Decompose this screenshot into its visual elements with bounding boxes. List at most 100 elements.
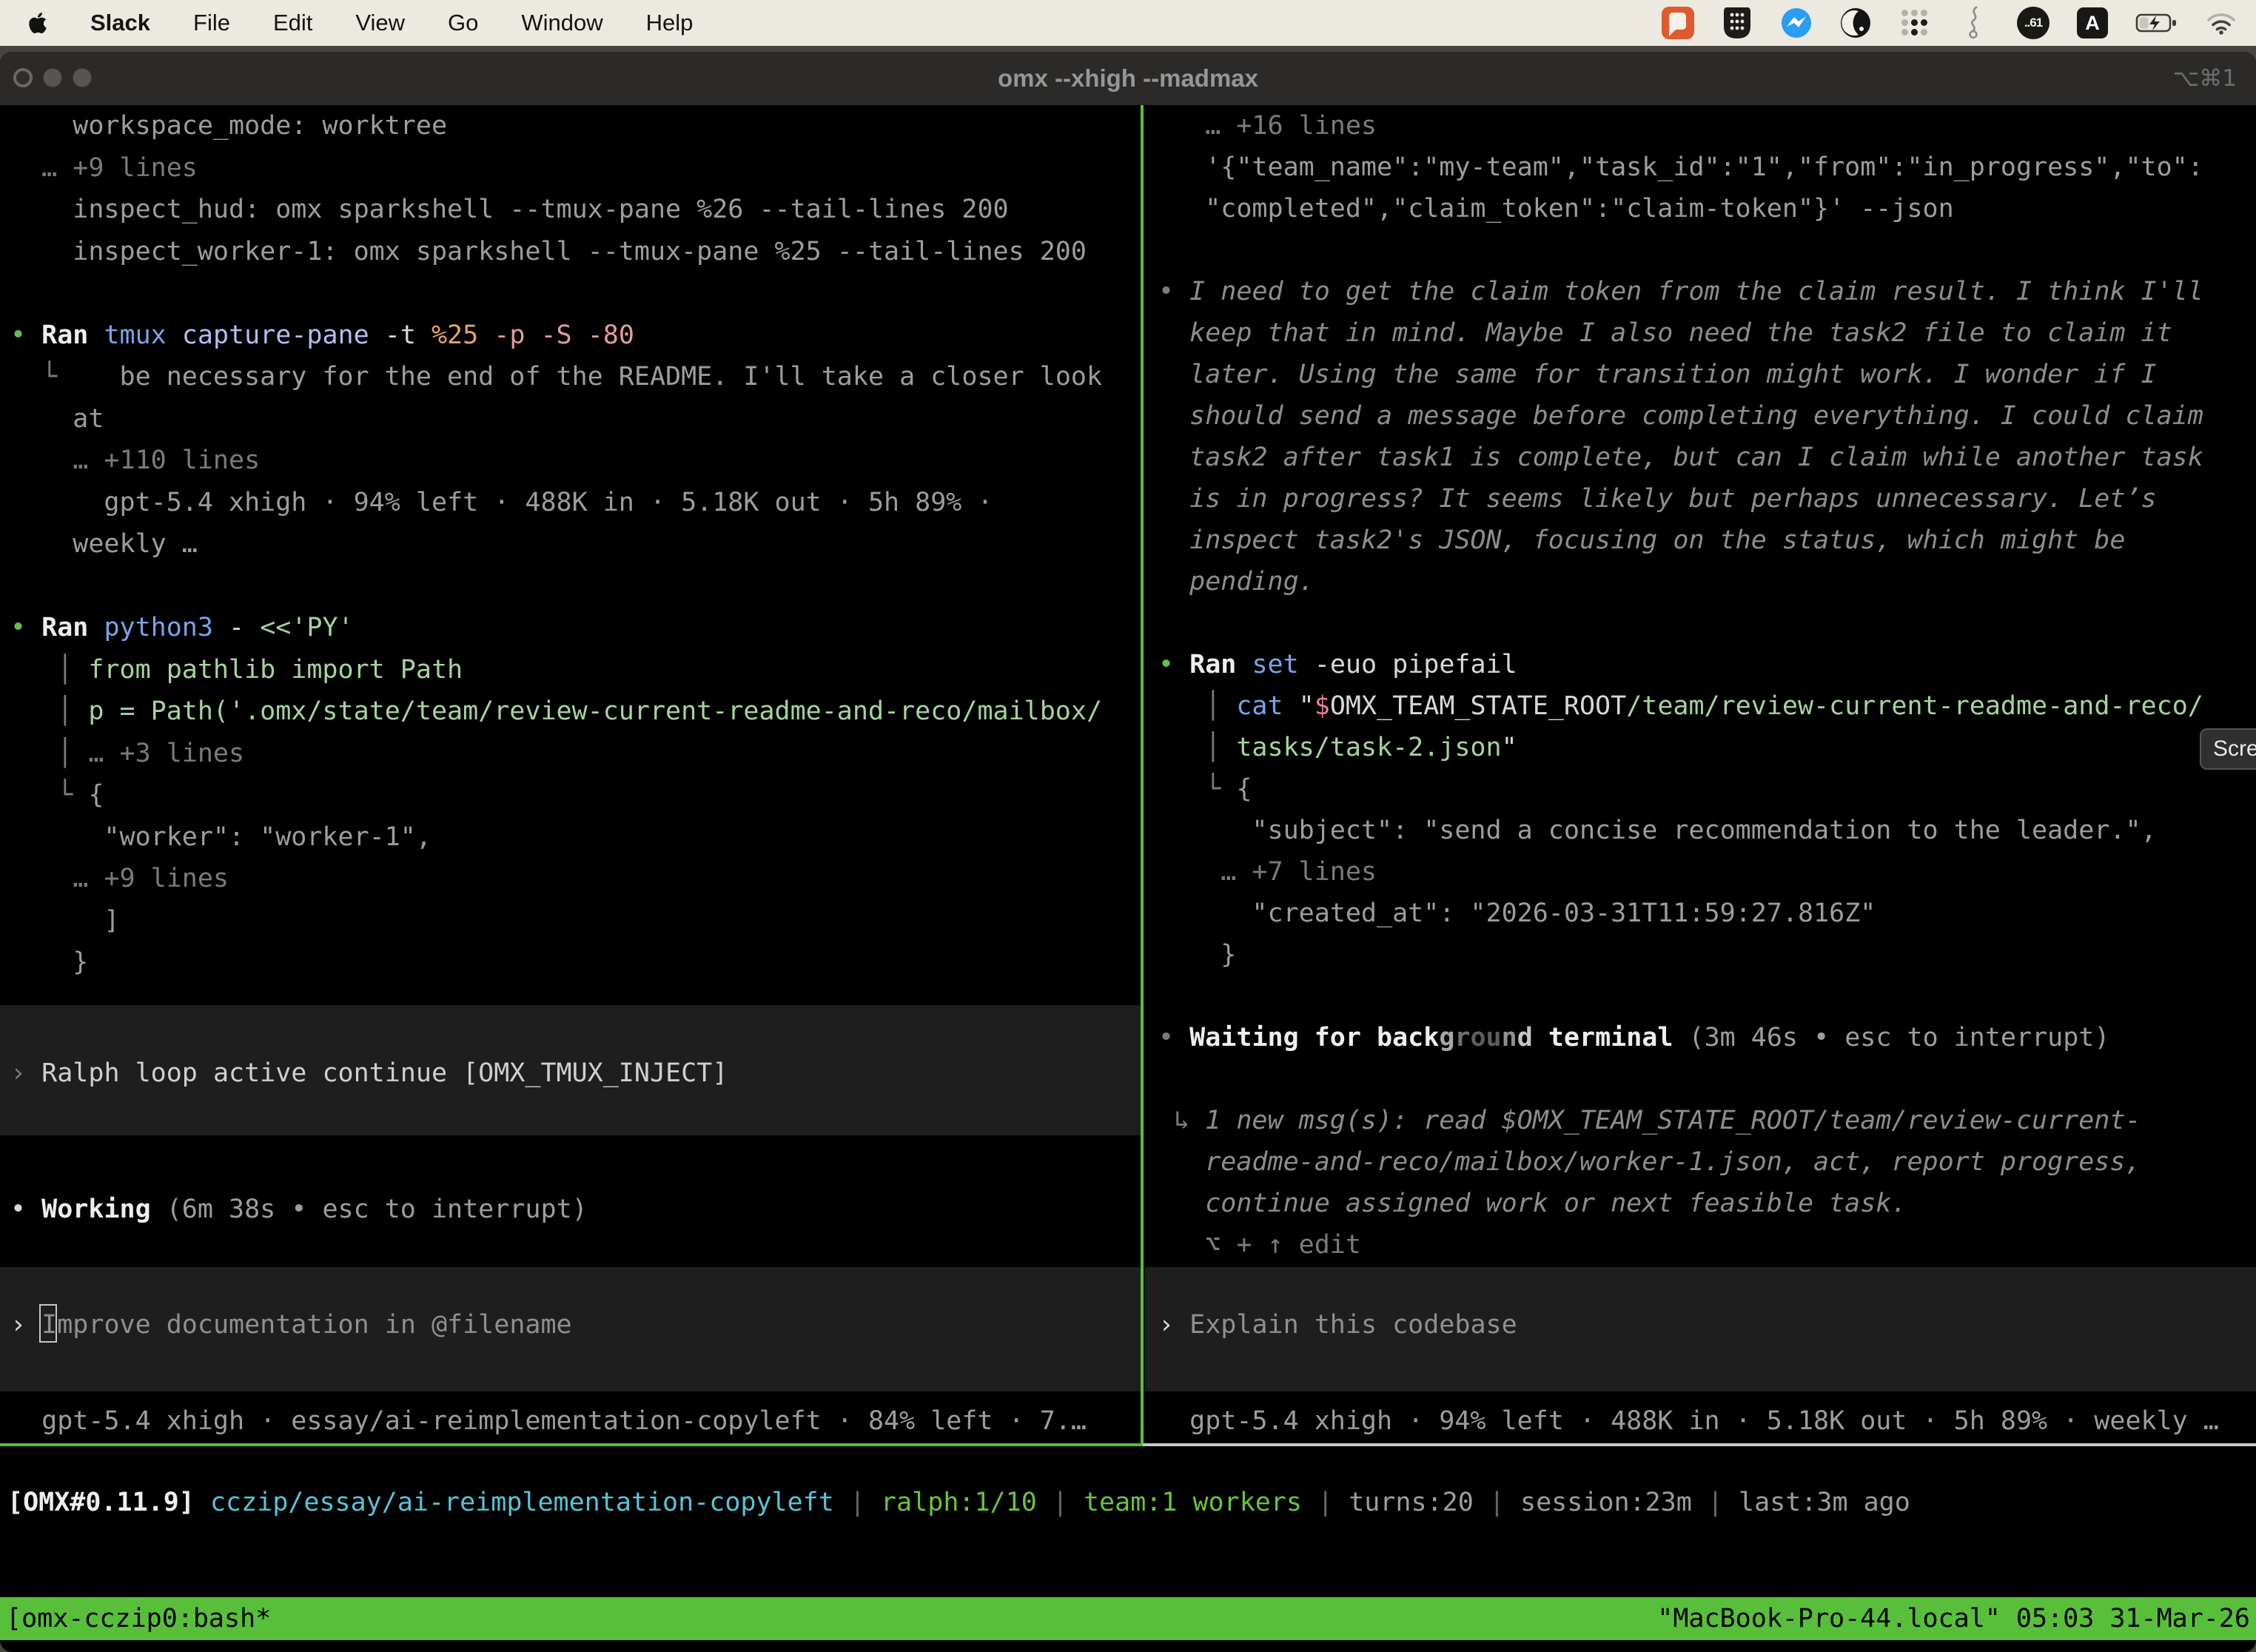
- terminal-line: • Waiting for background terminal (3m 46…: [1158, 1017, 2256, 1058]
- terminal-line: [1158, 1058, 2256, 1100]
- inactive-pane-border: [1143, 1443, 2256, 1446]
- screen-tooltip: Scre: [2200, 728, 2256, 770]
- prompt-input-right[interactable]: › Explain this codebase: [1145, 1267, 2256, 1391]
- terminal-line: inspect_worker-1: omx sparkshell --tmux-…: [10, 231, 1141, 273]
- apple-menu-icon[interactable]: [28, 11, 47, 35]
- terminal-line: [10, 272, 1141, 315]
- terminal-line: └ {: [1158, 768, 2256, 810]
- squiggle-icon[interactable]: [1957, 5, 1991, 41]
- circle-61-badge: ..61: [2017, 7, 2049, 39]
- terminal-line: inspect task2's JSON, focusing on the st…: [1158, 520, 2256, 561]
- terminal-line: readme-and-reco/mailbox/worker-1.json, a…: [1158, 1141, 2256, 1183]
- terminal-line: should send a message before completing …: [1158, 395, 2256, 437]
- tmux-session-name[interactable]: [omx-cczip0:bash*: [6, 1597, 271, 1640]
- a-app-icon[interactable]: A: [2075, 5, 2109, 41]
- moon-app-icon[interactable]: [1839, 5, 1873, 41]
- messenger-icon[interactable]: [1779, 5, 1813, 41]
- tmux-host-and-time: "MacBook-Pro-44.local" 05:03 31-Mar-26: [1657, 1597, 2250, 1640]
- terminal-line: … +9 lines: [10, 858, 1141, 900]
- menu-help[interactable]: Help: [646, 10, 694, 36]
- terminal-line: }: [10, 941, 1141, 984]
- terminal-line: at: [10, 398, 1141, 440]
- terminal-line: is in progress? It seems likely but perh…: [1158, 478, 2256, 520]
- battery-icon[interactable]: [2135, 5, 2179, 41]
- terminal-line: │ cat "$OMX_TEAM_STATE_ROOT/team/review-…: [1158, 685, 2256, 727]
- terminal-line: later. Using the same for transition mig…: [1158, 354, 2256, 395]
- model-status-right: gpt-5.4 xhigh · 94% left · 488K in · 5.1…: [1145, 1399, 2256, 1443]
- terminal-line: └ {: [10, 774, 1141, 816]
- prompt-input-left[interactable]: › Improve documentation in @filename: [0, 1267, 1141, 1391]
- terminal-line: │ … +3 lines: [10, 733, 1141, 775]
- terminal-window: omx --xhigh --madmax ⌥⌘1 workspace_mode:…: [0, 52, 2256, 1652]
- window-title: omx --xhigh --madmax: [0, 52, 2256, 105]
- window-shortcut-hint: ⌥⌘1: [2173, 52, 2237, 105]
- terminal-line: ]: [10, 900, 1141, 942]
- terminal-line: '{"team_name":"my-team","task_id":"1","f…: [1158, 147, 2256, 188]
- menu-file[interactable]: File: [193, 10, 230, 36]
- terminal-line: "created_at": "2026-03-31T11:59:27.816Z": [1158, 893, 2256, 934]
- menu-app-name[interactable]: Slack: [90, 10, 150, 36]
- terminal-line: [1158, 976, 2256, 1017]
- menu-edit[interactable]: Edit: [273, 10, 312, 36]
- menu-go[interactable]: Go: [448, 10, 478, 36]
- terminal-line: inspect_hud: omx sparkshell --tmux-pane …: [10, 189, 1141, 231]
- dots-grid-icon[interactable]: [1898, 5, 1932, 41]
- terminal-line: gpt-5.4 xhigh · 94% left · 488K in · 5.1…: [1158, 1399, 2256, 1443]
- terminal-line: … +7 lines: [1158, 851, 2256, 893]
- terminal-line: [10, 565, 1141, 608]
- terminal-line: … +16 lines: [1158, 105, 2256, 147]
- terminal-line: … +110 lines: [10, 440, 1141, 482]
- model-status-left: gpt-5.4 xhigh · essay/ai-reimplementatio…: [0, 1399, 1141, 1443]
- terminal-line: continue assigned work or next feasible …: [1158, 1183, 2256, 1224]
- terminal-line: gpt-5.4 xhigh · essay/ai-reimplementatio…: [10, 1399, 1141, 1443]
- terminal-line: gpt-5.4 xhigh · 94% left · 488K in · 5.1…: [10, 482, 1141, 524]
- menu-bar-status-icons: ..61 A: [1661, 5, 2238, 41]
- terminal-line: ↳ 1 new msg(s): read $OMX_TEAM_STATE_ROO…: [1158, 1100, 2256, 1141]
- working-status: • Working (6m 38s • esc to interrupt): [0, 1189, 1141, 1231]
- terminal-line: └ be necessary for the end of the README…: [10, 356, 1141, 398]
- pane-divider[interactable]: [1141, 105, 1144, 1443]
- omx-status-line: [OMX#0.11.9] cczip/essay/ai-reimplementa…: [0, 1480, 2256, 1525]
- terminal-line: [1158, 229, 2256, 271]
- terminal-line: │ tasks/task-2.json": [1158, 727, 2256, 768]
- circle-61-icon[interactable]: ..61: [2016, 5, 2050, 41]
- terminal-line: › Improve documentation in @filename: [10, 1304, 1141, 1346]
- tmux-status-bar: [omx-cczip0:bash* "MacBook-Pro-44.local"…: [0, 1597, 2256, 1640]
- a-badge: A: [2077, 7, 2108, 38]
- terminal-line: • Working (6m 38s • esc to interrupt): [10, 1189, 1141, 1231]
- terminal-line: }: [1158, 934, 2256, 976]
- terminal-line: task2 after task1 is complete, but can I…: [1158, 437, 2256, 478]
- terminal-line: "completed","claim_token":"claim-token"}…: [1158, 188, 2256, 229]
- terminal-line: [1158, 602, 2256, 644]
- terminal-line: │ from pathlib import Path: [10, 649, 1141, 691]
- terminal-line: "worker": "worker-1",: [10, 816, 1141, 859]
- text-cursor: I: [41, 1310, 57, 1340]
- terminal-line: • Ran python3 - <<'PY': [10, 607, 1141, 649]
- terminal-line: pending.: [1158, 561, 2256, 602]
- grid-shield-icon[interactable]: [1720, 5, 1754, 41]
- terminal-line: [OMX#0.11.9] cczip/essay/ai-reimplementa…: [7, 1480, 2256, 1525]
- terminal-content: workspace_mode: worktree … +9 lines insp…: [0, 105, 2256, 1652]
- terminal-line: "subject": "send a concise recommendatio…: [1158, 810, 2256, 851]
- terminal-line: • Ran tmux capture-pane -t %25 -p -S -80: [10, 315, 1141, 357]
- terminal-line: • Ran set -euo pipefail: [1158, 644, 2256, 685]
- terminal-line: › Explain this codebase: [1158, 1304, 2256, 1346]
- menu-bar-left: Slack File Edit View Go Window Help: [28, 10, 693, 36]
- terminal-line: ⌥ + ↑ edit: [1158, 1224, 2256, 1266]
- terminal-line: keep that in mind. Maybe I also need the…: [1158, 312, 2256, 354]
- terminal-line: • I need to get the claim token from the…: [1158, 271, 2256, 312]
- left-pane-output: workspace_mode: worktree … +9 lines insp…: [0, 105, 1141, 984]
- terminal-line: … +9 lines: [10, 147, 1141, 189]
- menu-window[interactable]: Window: [521, 10, 602, 36]
- active-pane-border: [0, 1443, 1143, 1446]
- ralph-loop-banner: › Ralph loop active continue [OMX_TMUX_I…: [0, 1005, 1141, 1135]
- terminal-line: │ p = Path('.omx/state/team/review-curre…: [10, 691, 1141, 733]
- terminal-line: workspace_mode: worktree: [10, 105, 1141, 147]
- terminal-line: › Ralph loop active continue [OMX_TMUX_I…: [10, 1052, 1141, 1095]
- menu-view[interactable]: View: [355, 10, 405, 36]
- chat-app-icon[interactable]: [1661, 5, 1695, 41]
- macos-menu-bar: Slack File Edit View Go Window Help: [0, 0, 2256, 46]
- window-title-bar[interactable]: omx --xhigh --madmax ⌥⌘1: [0, 52, 2256, 105]
- right-pane-output: … +16 lines '{"team_name":"my-team","tas…: [1145, 105, 2256, 1266]
- wifi-icon[interactable]: [2204, 5, 2238, 41]
